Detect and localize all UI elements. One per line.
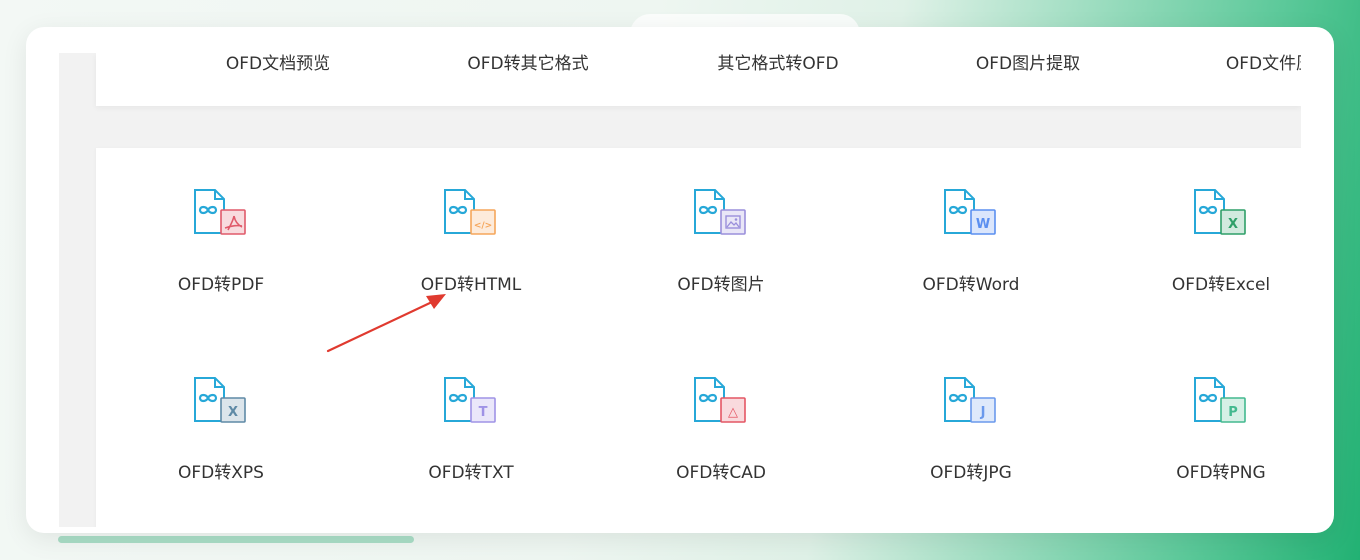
- tool-ofd-to-html[interactable]: </> OFD转HTML: [346, 188, 596, 318]
- tool-ofd-to-xps[interactable]: X OFD转XPS: [96, 376, 346, 506]
- png-icon: P: [1192, 376, 1246, 426]
- tool-label: OFD转XPS: [178, 463, 264, 483]
- tool-ofd-to-txt[interactable]: T OFD转TXT: [346, 376, 596, 506]
- tool-label: OFD转Excel: [1171, 275, 1271, 295]
- inner-area: OFD文档预览 OFD转其它格式 其它格式转OFD OFD图片提取 OFD文件压…: [59, 53, 1301, 527]
- tool-ofd-to-pdf[interactable]: OFD转PDF: [96, 188, 346, 318]
- tool-label: OFD转Word: [922, 275, 1020, 295]
- tool-label: OFD转PDF: [177, 275, 265, 295]
- content-card: OFD文档预览 OFD转其它格式 其它格式转OFD OFD图片提取 OFD文件压…: [26, 27, 1334, 533]
- svg-text:W: W: [976, 217, 990, 232]
- tool-label: OFD转TXT: [428, 463, 514, 483]
- tool-label: OFD转JPG: [930, 463, 1012, 483]
- tool-label: OFD转HTML: [420, 275, 522, 295]
- txt-icon: T: [442, 376, 496, 426]
- tool-ofd-to-excel[interactable]: X OFD转Excel: [1096, 188, 1301, 318]
- tool-ofd-to-image[interactable]: OFD转图片: [596, 188, 846, 318]
- tool-label: OFD转PNG: [1176, 463, 1266, 483]
- word-icon: W: [942, 188, 996, 238]
- top-tab-strip: OFD文档预览 OFD转其它格式 其它格式转OFD OFD图片提取 OFD文件压…: [96, 53, 1301, 106]
- pdf-icon: [192, 188, 246, 238]
- tool-ofd-to-png[interactable]: P OFD转PNG: [1096, 376, 1301, 506]
- tab-ofd-image-extract[interactable]: OFD图片提取: [903, 53, 1153, 74]
- excel-icon: X: [1192, 188, 1246, 238]
- tool-label: OFD转图片: [677, 275, 765, 295]
- svg-text:△: △: [728, 405, 738, 420]
- cad-icon: △: [692, 376, 746, 426]
- scroll-indicator[interactable]: [58, 536, 414, 543]
- xps-icon: X: [192, 376, 246, 426]
- tool-grid: OFD转PDF </> OFD转HTML OFD转图片 W OFD转Word X…: [96, 148, 1301, 527]
- jpg-icon: J: [942, 376, 996, 426]
- tool-ofd-to-word[interactable]: W OFD转Word: [846, 188, 1096, 318]
- tool-label: OFD转CAD: [676, 463, 766, 483]
- svg-text:X: X: [1228, 217, 1238, 232]
- tab-other-to-ofd[interactable]: 其它格式转OFD: [653, 53, 903, 74]
- tab-ofd-to-other[interactable]: OFD转其它格式: [403, 53, 653, 74]
- tab-ofd-compress[interactable]: OFD文件压缩: [1153, 53, 1301, 74]
- svg-text:T: T: [479, 405, 488, 420]
- svg-text:</>: </>: [474, 221, 492, 231]
- image-icon: [692, 188, 746, 238]
- tab-ofd-preview[interactable]: OFD文档预览: [153, 53, 403, 74]
- svg-text:X: X: [228, 405, 238, 420]
- html-code-icon: </>: [442, 188, 496, 238]
- svg-text:J: J: [980, 405, 986, 420]
- svg-text:P: P: [1228, 405, 1238, 420]
- tool-ofd-to-cad[interactable]: △ OFD转CAD: [596, 376, 846, 506]
- tool-ofd-to-jpg[interactable]: J OFD转JPG: [846, 376, 1096, 506]
